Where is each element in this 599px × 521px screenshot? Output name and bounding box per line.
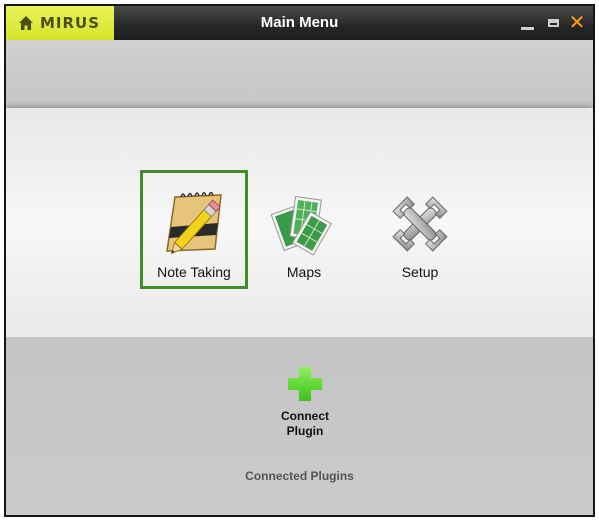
wrench-tools-icon [392,196,448,252]
menu-panel: Note Taking Maps Setup [6,108,593,337]
main-window: MIRUS Main Menu ✕ Note Taking Maps Setup… [4,4,595,517]
menu-item-label: Maps [286,264,322,280]
maps-icon [270,196,332,256]
connect-plugin-label: Connect Plugin [260,409,350,439]
menu-item-maps[interactable]: Maps [264,190,344,290]
plugins-area: Connect Plugin Connected Plugins [6,337,593,515]
connect-plugin-button[interactable]: Connect Plugin [260,365,350,439]
plus-icon [288,367,322,401]
brand-logo-text: MIRUS [40,14,101,32]
home-icon [19,16,33,30]
menu-item-label: Setup [401,264,439,280]
menu-item-label: Note Taking [157,264,231,280]
menu-item-setup[interactable]: Setup [380,190,460,290]
connect-label-line1: Connect [281,409,329,423]
close-icon: ✕ [568,12,586,34]
connected-plugins-label: Connected Plugins [245,469,354,483]
mirus-home-button[interactable]: MIRUS [6,6,114,40]
minimize-icon [520,26,534,30]
top-band [6,40,593,108]
maximize-icon [547,19,559,27]
notepad-pencil-icon [166,191,222,255]
maximize-button[interactable] [541,6,565,40]
minimize-button[interactable] [515,6,539,40]
title-bar: MIRUS Main Menu ✕ [6,6,593,40]
close-button[interactable]: ✕ [565,6,589,40]
connect-label-line2: Plugin [286,424,324,438]
menu-item-note-taking[interactable]: Note Taking [140,170,248,289]
